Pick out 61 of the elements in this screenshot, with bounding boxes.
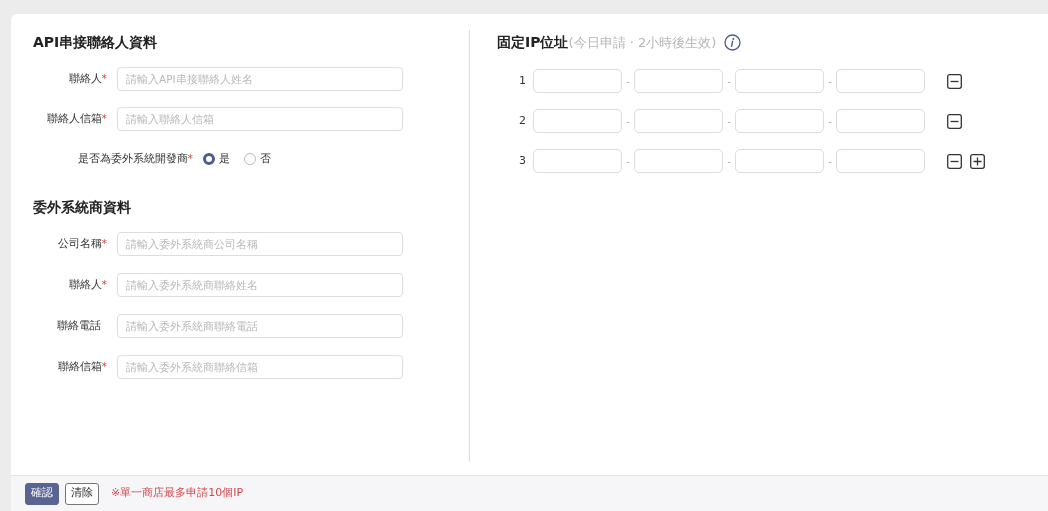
section-note: (今日申請 · 2小時後生效) — [568, 33, 717, 52]
field-label: 聯絡電話 — [57, 318, 101, 332]
ip-octet-field[interactable] — [735, 149, 824, 173]
field-label: 聯絡人 — [68, 277, 102, 291]
input-field[interactable]: 請輸入委外系統商聯絡信箱 — [117, 355, 403, 379]
radio-option[interactable]: 是 — [203, 150, 230, 168]
ip-octet-field[interactable] — [533, 69, 622, 93]
separator: - — [828, 75, 832, 87]
ip-octet-field[interactable] — [836, 149, 925, 173]
separator: - — [626, 75, 630, 87]
required-mark: * — [101, 236, 107, 250]
add-icon[interactable] — [970, 153, 985, 169]
separator: - — [727, 75, 731, 87]
separator: - — [727, 115, 731, 127]
clear-button[interactable]: 清除 — [65, 482, 99, 505]
input-field[interactable]: 請輸入聯絡人信箱 — [117, 107, 403, 131]
required-mark: * — [101, 111, 107, 125]
info-icon[interactable] — [724, 34, 742, 51]
section-heading: API串接聯絡人資料 — [33, 33, 159, 52]
ip-octet-field[interactable] — [735, 69, 824, 93]
ip-octet-field[interactable] — [836, 69, 925, 93]
input-field[interactable]: 請輸入委外系統商聯絡姓名 — [117, 273, 403, 297]
input-field[interactable]: 請輸入委外系統商聯絡電話 — [117, 314, 403, 338]
section-heading: 委外系統商資料 — [33, 198, 132, 217]
field-label: 公司名稱 — [57, 236, 102, 250]
remove-icon[interactable] — [947, 153, 962, 169]
ip-octet-field[interactable] — [533, 149, 622, 173]
radio-option[interactable]: 否 — [244, 150, 271, 168]
field-label: 聯絡信箱 — [57, 359, 102, 373]
ip-octet-field[interactable] — [533, 109, 622, 133]
ip-octet-field[interactable] — [634, 69, 723, 93]
ip-octet-field[interactable] — [634, 109, 723, 133]
row-number: 1 — [519, 73, 526, 87]
input-field[interactable]: 請輸入委外系統商公司名稱 — [117, 232, 403, 256]
required-mark: * — [187, 151, 193, 165]
separator: - — [727, 155, 731, 167]
required-mark: * — [101, 359, 107, 373]
field-label: 聯絡人信箱 — [46, 111, 102, 125]
field-label: 是否為委外系統開發商 — [77, 151, 188, 165]
separator: - — [626, 155, 630, 167]
ip-octet-field[interactable] — [836, 109, 925, 133]
section-heading: 固定IP位址 — [497, 33, 569, 52]
required-mark: * — [101, 71, 107, 85]
row-number: 3 — [519, 153, 526, 167]
notice-text: ※單一商店最多申請10個IP — [111, 485, 244, 502]
option-label: 否 — [260, 150, 271, 167]
required-mark: * — [101, 277, 107, 291]
input-field[interactable]: 請輸入API串接聯絡人姓名 — [117, 67, 403, 91]
confirm-button[interactable]: 確認 — [25, 482, 59, 505]
row-number: 2 — [519, 113, 526, 127]
radio-button[interactable] — [203, 153, 215, 165]
ip-octet-field[interactable] — [735, 109, 824, 133]
separator: - — [828, 155, 832, 167]
separator: - — [626, 115, 630, 127]
remove-icon[interactable] — [947, 73, 962, 89]
ip-octet-field[interactable] — [634, 149, 723, 173]
option-label: 是 — [219, 150, 230, 167]
field-label: 聯絡人 — [68, 71, 102, 85]
remove-icon[interactable] — [947, 113, 962, 129]
separator: - — [828, 115, 832, 127]
radio-button[interactable] — [244, 153, 256, 165]
